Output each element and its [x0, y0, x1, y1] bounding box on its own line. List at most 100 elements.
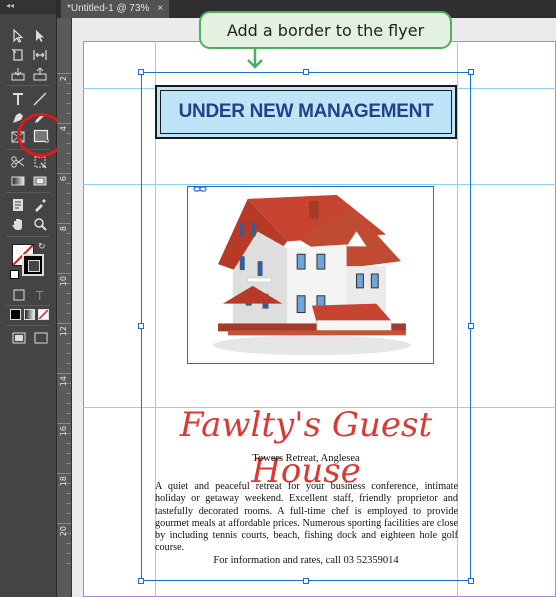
tool-separator	[6, 192, 50, 193]
selected-rectangle-frame[interactable]	[141, 72, 471, 581]
ruler-minor-tick	[66, 483, 71, 484]
vertical-ruler[interactable]: 2 4 6 8 10 12 14 16 18 20	[57, 18, 72, 597]
ruler-major-tick	[57, 73, 71, 74]
direct-selection-tool-icon[interactable]	[32, 28, 48, 44]
gradient-swatch-tool-icon[interactable]	[10, 173, 26, 189]
collapse-icon[interactable]: ◂◂	[6, 2, 14, 10]
note-tool-icon[interactable]	[10, 197, 26, 213]
ruler-minor-tick	[66, 333, 71, 334]
tool-separator	[6, 325, 50, 326]
tools-panel: ◂◂ ↻ T	[0, 0, 65, 597]
ruler-label: 8	[59, 226, 68, 232]
resize-handle-bottom-right[interactable]	[468, 578, 474, 584]
apply-gradient-icon[interactable]	[24, 309, 35, 320]
ruler-label: 14	[59, 376, 68, 387]
ruler-minor-tick	[66, 493, 71, 494]
ruler-minor-tick	[66, 143, 71, 144]
formatting-container-icon[interactable]	[11, 287, 27, 303]
ruler-minor-tick	[66, 93, 71, 94]
gap-tool-icon[interactable]	[32, 47, 48, 63]
ruler-minor-tick	[66, 263, 71, 264]
resize-handle-top[interactable]	[303, 69, 309, 75]
ruler-minor-tick	[66, 163, 71, 164]
ruler-label: 20	[59, 526, 68, 537]
ruler-label: 10	[59, 276, 68, 287]
close-tab-icon[interactable]: ×	[157, 0, 163, 18]
gradient-feather-tool-icon[interactable]	[32, 173, 48, 189]
ruler-minor-tick	[66, 513, 71, 514]
tools-panel-header: ◂◂	[0, 0, 56, 14]
svg-text:T: T	[35, 289, 44, 303]
callout-arrow-icon	[244, 49, 266, 71]
ruler-minor-tick	[66, 213, 71, 214]
apply-none-icon[interactable]	[38, 309, 49, 320]
resize-handle-left[interactable]	[138, 323, 144, 329]
resize-handle-right[interactable]	[468, 323, 474, 329]
stroke-swatch[interactable]	[22, 254, 44, 276]
ruler-minor-tick	[66, 353, 71, 354]
ruler-major-tick	[57, 323, 71, 324]
ruler-minor-tick	[66, 203, 71, 204]
page-tool-icon[interactable]	[10, 47, 26, 63]
ruler-minor-tick	[66, 253, 71, 254]
resize-handle-bottom[interactable]	[303, 578, 309, 584]
ruler-minor-tick	[66, 553, 71, 554]
normal-view-icon[interactable]	[11, 330, 27, 346]
ruler-label: 2	[59, 76, 68, 82]
ruler-minor-tick	[66, 453, 71, 454]
screen-mode-icon[interactable]	[33, 330, 49, 346]
tool-separator	[6, 305, 50, 306]
instruction-callout: Add a border to the flyer	[199, 11, 452, 49]
ruler-minor-tick	[66, 243, 71, 244]
ruler-label: 4	[59, 126, 68, 132]
tool-separator	[6, 85, 50, 86]
ruler-minor-tick	[66, 403, 71, 404]
eyedropper-tool-icon[interactable]	[32, 197, 48, 213]
resize-handle-bottom-left[interactable]	[138, 578, 144, 584]
apply-color-icon[interactable]	[10, 309, 21, 320]
ruler-minor-tick	[66, 363, 71, 364]
ruler-minor-tick	[66, 233, 71, 234]
ruler-minor-tick	[66, 133, 71, 134]
ruler-minor-tick	[66, 433, 71, 434]
line-tool-icon[interactable]	[32, 91, 48, 107]
ruler-minor-tick	[66, 283, 71, 284]
ruler-minor-tick	[66, 113, 71, 114]
resize-handle-top-left[interactable]	[138, 69, 144, 75]
ruler-minor-tick	[66, 563, 71, 564]
ruler-major-tick	[57, 373, 71, 374]
content-collector-icon[interactable]	[10, 66, 26, 82]
ruler-label: 16	[59, 426, 68, 437]
selection-tool-icon[interactable]	[10, 28, 26, 44]
ruler-major-tick	[57, 123, 71, 124]
type-tool-icon[interactable]	[10, 91, 26, 107]
ruler-minor-tick	[66, 413, 71, 414]
swap-fill-stroke-icon[interactable]: ↻	[38, 242, 46, 252]
ruler-major-tick	[57, 523, 71, 524]
ruler-minor-tick	[66, 183, 71, 184]
ruler-minor-tick	[66, 303, 71, 304]
ruler-minor-tick	[66, 103, 71, 104]
ruler-minor-tick	[66, 393, 71, 394]
hand-tool-icon[interactable]	[10, 216, 26, 232]
ruler-minor-tick	[66, 83, 71, 84]
ruler-minor-tick	[66, 443, 71, 444]
tool-separator	[6, 236, 50, 237]
ruler-label: 6	[59, 176, 68, 182]
document-tab[interactable]: *Untitled-1 @ 73% ×	[61, 0, 170, 18]
scissors-tool-icon[interactable]	[10, 154, 26, 170]
ruler-label: 18	[59, 476, 68, 487]
zoom-tool-icon[interactable]	[32, 216, 48, 232]
ruler-major-tick	[57, 473, 71, 474]
ruler-label: 12	[59, 326, 68, 337]
formatting-text-icon[interactable]: T	[32, 287, 48, 303]
ruler-major-tick	[57, 423, 71, 424]
ruler-major-tick	[57, 273, 71, 274]
default-fill-stroke-icon[interactable]	[10, 270, 19, 279]
ruler-minor-tick	[66, 543, 71, 544]
ruler-minor-tick	[66, 383, 71, 384]
fill-stroke-swatches[interactable]: ↻	[10, 242, 50, 282]
content-placer-icon[interactable]	[32, 66, 48, 82]
resize-handle-top-right[interactable]	[468, 69, 474, 75]
instruction-callout-text: Add a border to the flyer	[226, 20, 425, 40]
